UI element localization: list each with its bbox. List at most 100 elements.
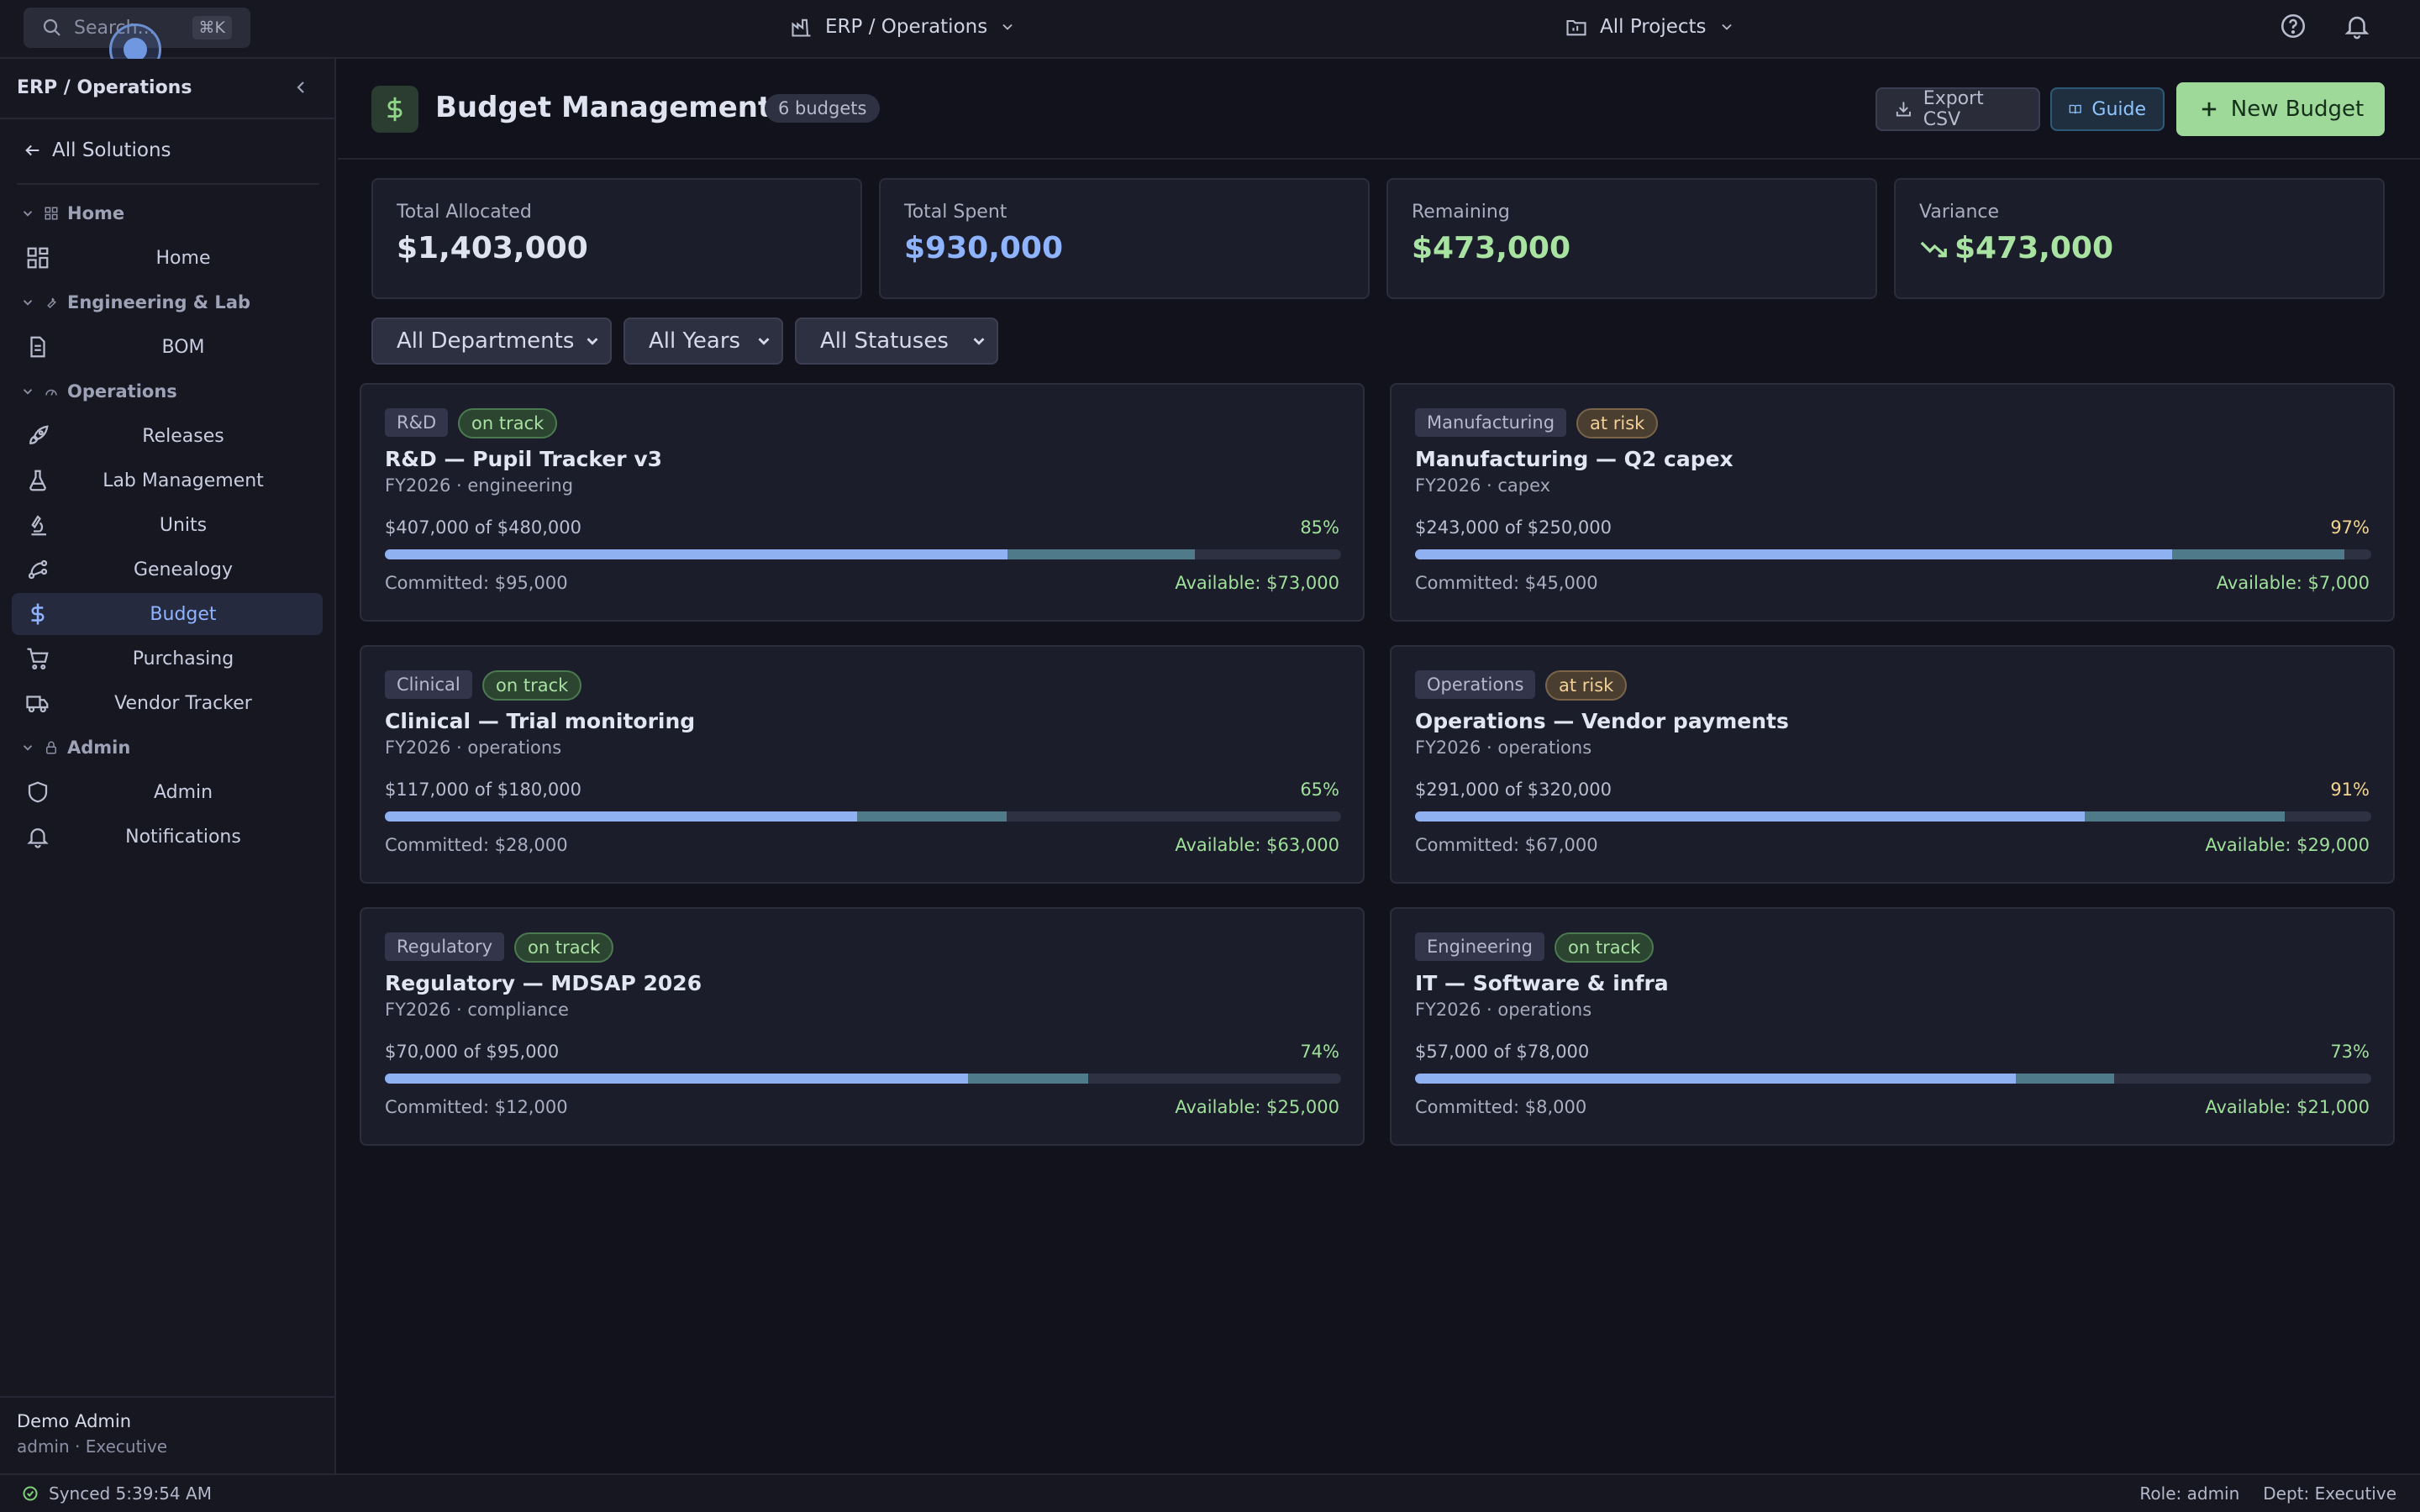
new-budget-button[interactable]: New Budget — [2176, 82, 2385, 136]
budget-card[interactable]: Clinical on track Clinical — Trial monit… — [360, 645, 1365, 884]
sidebar-item-label: Admin — [153, 781, 213, 803]
sidebar-item-bom[interactable]: BOM — [12, 326, 323, 368]
budget-card[interactable]: R&D on track R&D — Pupil Tracker v3 FY20… — [360, 383, 1365, 622]
book-icon — [2069, 104, 2081, 114]
sidebar-item-budget[interactable]: Budget — [12, 593, 323, 635]
sidebar-item-label: Home — [155, 247, 211, 269]
grid-icon — [27, 247, 49, 269]
stat-variance: Variance $473,000 — [1894, 178, 2385, 299]
sidebar-group-admin[interactable]: Admin — [20, 738, 130, 758]
sidebar-item-home[interactable]: Home — [12, 237, 323, 279]
sidebar-item-label: Notifications — [125, 826, 241, 848]
budget-percent: 91% — [2330, 780, 2370, 800]
microscope-icon — [31, 515, 46, 536]
department-tag: Regulatory — [385, 932, 505, 961]
sidebar-item-genealogy[interactable]: Genealogy — [12, 549, 323, 591]
dept-indicator: Dept: Executive — [2263, 1483, 2396, 1504]
stat-label: Variance — [1919, 202, 2000, 223]
folder-chart-icon — [1566, 19, 1586, 36]
department-filter[interactable]: All Departments — [371, 318, 612, 365]
budget-progress-bar — [1415, 811, 2371, 822]
spent-fill — [385, 1074, 968, 1084]
sidebar-item-releases[interactable]: Releases — [12, 415, 323, 457]
spent-fill — [385, 549, 1007, 559]
department-tag: Operations — [1415, 670, 1536, 699]
sidebar-group-home[interactable]: Home — [20, 203, 124, 223]
budget-amount: $70,000 of $95,000 — [385, 1042, 560, 1062]
budget-percent: 65% — [1300, 780, 1339, 800]
sidebar-item-vendor-tracker[interactable]: Vendor Tracker — [12, 682, 323, 724]
chevron-down-icon — [973, 338, 985, 345]
solution-switcher-label: ERP / Operations — [825, 16, 988, 38]
lock-icon — [46, 741, 56, 754]
grid-icon — [45, 207, 58, 220]
status-badge: on track — [482, 670, 582, 701]
stat-value-text: $930,000 — [904, 231, 1064, 265]
sidebar-item-purchasing[interactable]: Purchasing — [12, 638, 323, 680]
download-icon — [1896, 102, 1911, 117]
rocket-icon — [29, 425, 49, 444]
chevron-down-icon — [23, 300, 33, 306]
budget-page-icon — [371, 86, 418, 133]
export-csv-button[interactable]: Export CSV — [1876, 87, 2040, 131]
budget-percent: 85% — [1300, 517, 1339, 538]
chevron-down-icon — [23, 211, 33, 217]
spent-fill — [1415, 811, 2085, 822]
check-circle-icon — [23, 1486, 38, 1501]
year-filter[interactable]: All Years — [623, 318, 783, 365]
sidebar-item-label: BOM — [161, 336, 205, 358]
collapse-sidebar-icon[interactable] — [291, 77, 311, 97]
project-switcher[interactable]: All Projects — [1565, 12, 1735, 42]
bell-icon — [27, 828, 49, 848]
new-budget-label: New Budget — [2230, 97, 2365, 122]
budget-amount: $57,000 of $78,000 — [1415, 1042, 1590, 1062]
status-badge: on track — [458, 408, 558, 438]
budget-card[interactable]: Operations at risk Operations — Vendor p… — [1390, 645, 2395, 884]
committed-amount: Committed: $45,000 — [1415, 573, 1598, 593]
bell-icon[interactable] — [2343, 12, 2371, 40]
sidebar-item-notifications[interactable]: Notifications — [12, 816, 323, 858]
budget-subtitle: FY2026 · compliance — [385, 1000, 569, 1020]
budget-percent: 97% — [2330, 517, 2370, 538]
project-switcher-label: All Projects — [1600, 16, 1707, 38]
spent-fill — [385, 811, 857, 822]
committed-fill — [857, 811, 1007, 822]
budget-progress-bar — [1415, 1074, 2371, 1084]
sidebar-item-label: Budget — [150, 603, 217, 625]
budget-progress-bar — [1415, 549, 2371, 559]
budget-title: R&D — Pupil Tracker v3 — [385, 447, 663, 471]
budget-amount: $407,000 of $480,000 — [385, 517, 581, 538]
budget-card[interactable]: Regulatory on track Regulatory — MDSAP 2… — [360, 907, 1365, 1146]
sidebar-item-units[interactable]: Units — [12, 504, 323, 546]
budget-subtitle: FY2026 · operations — [385, 738, 562, 758]
arrow-left-icon — [25, 144, 39, 156]
budget-card[interactable]: Manufacturing at risk Manufacturing — Q2… — [1390, 383, 2395, 622]
stat-value: $473,000 — [1412, 231, 1852, 265]
available-amount: Available: $63,000 — [1175, 835, 1339, 855]
factory-icon — [792, 18, 811, 37]
status-filter[interactable]: All Statuses — [795, 318, 998, 365]
sidebar-group-label: Admin — [67, 738, 131, 758]
committed-amount: Committed: $95,000 — [385, 573, 568, 593]
budget-title: IT — Software & infra — [1415, 971, 1669, 995]
all-solutions-link[interactable]: All Solutions — [24, 139, 171, 161]
solution-switcher[interactable]: ERP / Operations — [790, 12, 1016, 42]
stat-label: Total Spent — [904, 202, 1007, 223]
sidebar-divider — [0, 118, 336, 119]
sidebar-group-engineering[interactable]: Engineering & Lab — [20, 292, 250, 312]
export-csv-label: Export CSV — [1923, 88, 1984, 130]
sidebar-item-lab-management[interactable]: Lab Management — [12, 459, 323, 501]
stat-value: $473,000 — [1919, 231, 2360, 265]
chevron-down-icon — [23, 389, 33, 395]
stat-remaining: Remaining $473,000 — [1386, 178, 1877, 299]
sidebar-group-operations[interactable]: Operations — [20, 381, 177, 402]
search-shortcut: ⌘K — [192, 16, 232, 39]
guide-button[interactable]: Guide — [2050, 87, 2165, 131]
sidebar-item-admin[interactable]: Admin — [12, 771, 323, 813]
committed-fill — [2016, 1074, 2114, 1084]
help-icon[interactable] — [2279, 12, 2307, 40]
budget-card[interactable]: Engineering on track IT — Software & inf… — [1390, 907, 2395, 1146]
user-profile[interactable]: Demo Admin admin · Executive — [0, 1396, 336, 1473]
department-tag: Engineering — [1415, 932, 1544, 961]
dollar-icon — [31, 603, 45, 625]
